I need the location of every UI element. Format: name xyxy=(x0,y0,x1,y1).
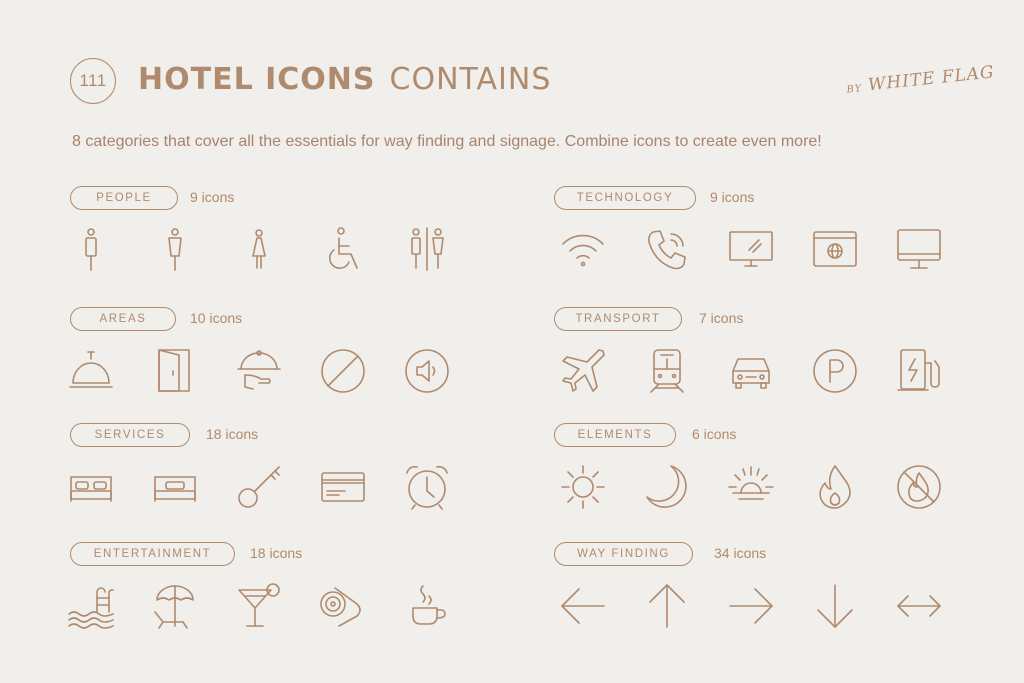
category-label: PEOPLE xyxy=(96,192,152,204)
coffee-cup-icon xyxy=(403,582,451,630)
moon-icon xyxy=(643,463,691,511)
woman-icon xyxy=(151,226,199,274)
category-pill: PEOPLE xyxy=(70,186,178,210)
charging-station-icon xyxy=(895,347,943,395)
page-title: HOTEL ICONS CONTAINS xyxy=(138,62,551,97)
badge-number: 111 xyxy=(79,71,107,90)
wifi-icon xyxy=(559,226,607,274)
category-count: 7 icons xyxy=(699,310,744,326)
category-count: 9 icons xyxy=(710,189,755,205)
credit-card-icon xyxy=(319,463,367,511)
category-count: 6 icons xyxy=(692,426,737,442)
web-browser-icon xyxy=(811,226,859,274)
reception-bell-icon xyxy=(67,347,115,395)
category-pill: ENTERTAINMENT xyxy=(70,542,235,566)
category-label: SERVICES xyxy=(94,429,166,441)
category-label: TRANSPORT xyxy=(575,313,661,325)
speaker-icon xyxy=(403,347,451,395)
category-pill: AREAS xyxy=(70,307,176,331)
monitor-icon xyxy=(895,226,943,274)
category-pill: ELEMENTS xyxy=(554,423,676,447)
phone-icon xyxy=(643,226,691,274)
category-label: TECHNOLOGY xyxy=(576,192,674,204)
toilet-icon xyxy=(403,226,451,274)
pool-icon xyxy=(67,582,115,630)
category-label: ELEMENTS xyxy=(577,429,653,441)
category-count: 9 icons xyxy=(190,189,235,205)
no-fire-icon xyxy=(895,463,943,511)
arrow-left-icon xyxy=(559,582,607,630)
car-icon xyxy=(727,347,775,395)
sunset-icon xyxy=(727,463,775,511)
subtitle: 8 categories that cover all the essentia… xyxy=(72,133,822,150)
man-icon xyxy=(67,226,115,274)
by-label: BY xyxy=(846,83,863,96)
girl-icon xyxy=(235,226,283,274)
author-name: WHITE FLAG xyxy=(867,62,996,96)
prohibited-icon xyxy=(319,347,367,395)
category-count: 10 icons xyxy=(190,310,243,326)
beach-umbrella-icon xyxy=(151,582,199,630)
count-badge: 111 xyxy=(70,58,116,104)
key-icon xyxy=(235,463,283,511)
airplane-icon xyxy=(559,347,607,395)
double-bed-icon xyxy=(67,463,115,511)
category-label: AREAS xyxy=(99,313,147,325)
arrow-up-icon xyxy=(643,582,691,630)
alarm-clock-icon xyxy=(403,463,451,511)
room-service-icon xyxy=(235,347,283,395)
door-icon xyxy=(151,347,199,395)
arrow-left-right-icon xyxy=(895,582,943,630)
cocktail-icon xyxy=(235,582,283,630)
category-count: 18 icons xyxy=(250,545,303,561)
arrow-down-icon xyxy=(811,582,859,630)
category-label: ENTERTAINMENT xyxy=(93,548,212,560)
title-light: CONTAINS xyxy=(389,62,552,97)
tv-icon xyxy=(727,226,775,274)
towel-icon xyxy=(319,582,367,630)
train-icon xyxy=(643,347,691,395)
fire-icon xyxy=(811,463,859,511)
wheelchair-icon xyxy=(319,226,367,274)
title-bold: HOTEL ICONS xyxy=(138,62,376,97)
arrow-right-icon xyxy=(727,582,775,630)
author-logo: BY WHITE FLAG xyxy=(845,62,995,97)
category-pill: SERVICES xyxy=(70,423,190,447)
category-pill: TRANSPORT xyxy=(554,307,682,331)
category-pill: WAY FINDING xyxy=(554,542,693,566)
sun-icon xyxy=(559,463,607,511)
category-pill: TECHNOLOGY xyxy=(554,186,696,210)
parking-icon xyxy=(811,347,859,395)
category-count: 34 icons xyxy=(714,545,767,561)
category-count: 18 icons xyxy=(206,426,259,442)
single-bed-icon xyxy=(151,463,199,511)
category-label: WAY FINDING xyxy=(577,548,670,560)
